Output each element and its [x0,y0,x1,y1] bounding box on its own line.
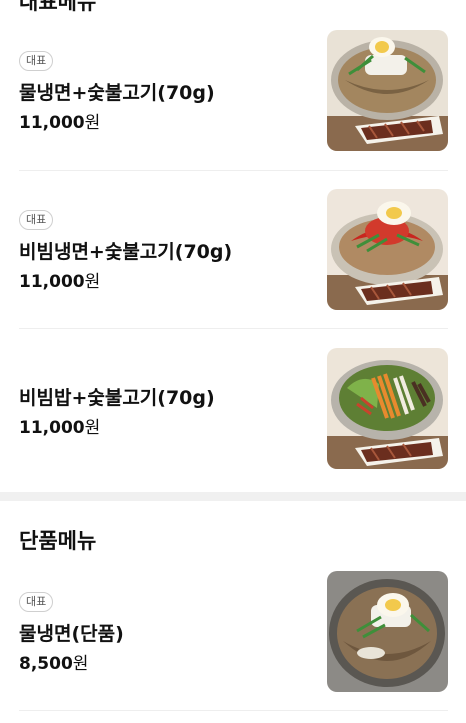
menu-item-image[interactable] [327,189,448,310]
menu-item-bibim-naengmyeon-bulgogi[interactable]: 대표 비빔냉면+숯불고기(70g) 11,000원 [0,171,466,328]
menu-item-name: 물냉면(단품) [19,623,124,645]
menu-item-image[interactable] [327,30,448,151]
menu-item-mul-naengmyeon[interactable]: 대표 물냉면(단품) 8,500원 [0,560,466,710]
signature-badge: 대표 [19,592,54,612]
signature-badge: 대표 [19,51,54,71]
section-separator [0,492,466,501]
mul-naengmyeon-bulgogi-photo [327,30,448,151]
menu-item-name: 비빔냉면+숯불고기(70g) [19,241,233,263]
bibim-naengmyeon-bulgogi-photo [327,189,448,310]
bibimbap-bulgogi-photo [327,348,448,469]
section-title-single-menu: 단품메뉴 [19,529,97,553]
menu-item-price: 8,500원 [19,654,89,674]
menu-item-price: 11,000원 [19,113,101,133]
signature-badge: 대표 [19,210,54,230]
menu-item-image[interactable] [327,571,448,692]
mul-naengmyeon-photo [327,571,448,692]
menu-item-bibimbap-bulgogi[interactable]: 비빔밥+숯불고기(70g) 11,000원 [0,329,466,492]
menu-item-name: 비빔밥+숯불고기(70g) [19,387,215,409]
menu-item-price: 11,000원 [19,418,101,438]
menu-item-mul-naengmyeon-bulgogi[interactable]: 대표 물냉면+숯불고기(70g) 11,000원 [0,0,466,170]
item-divider [19,710,448,711]
menu-item-image[interactable] [327,348,448,469]
menu-item-price: 11,000원 [19,272,101,292]
menu-item-name: 물냉면+숯불고기(70g) [19,82,215,104]
